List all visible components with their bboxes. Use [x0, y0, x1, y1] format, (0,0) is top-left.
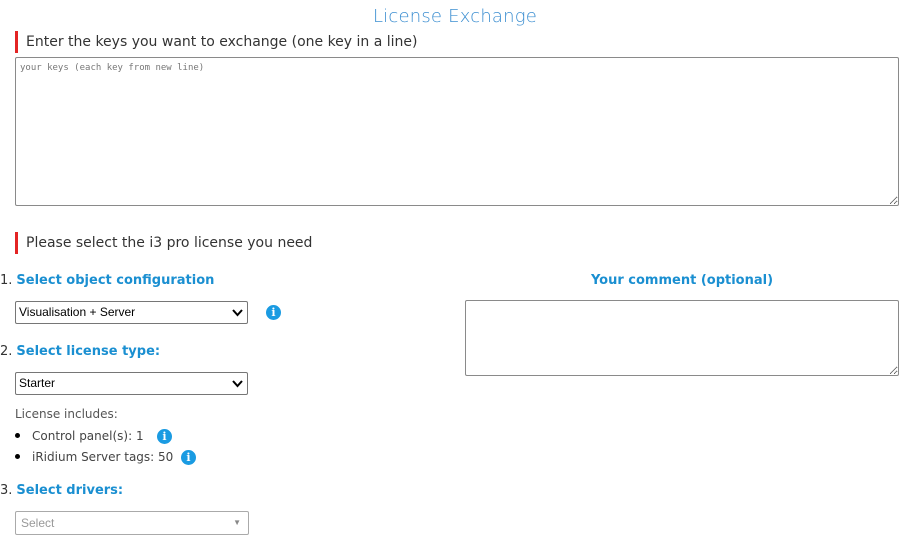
list-item: iRidium Server tags: 50: [15, 450, 173, 464]
info-icon[interactable]: i: [266, 305, 281, 320]
step-label: Select license type:: [16, 344, 161, 359]
info-icon[interactable]: i: [181, 450, 196, 465]
chevron-down-icon: [232, 373, 243, 402]
step-label: Select object configuration: [16, 273, 215, 288]
drivers-select[interactable]: Select ▼: [15, 511, 249, 535]
keys-section-heading: Enter the keys you want to exchange (one…: [15, 31, 418, 53]
comment-input[interactable]: [465, 300, 899, 376]
license-type-select[interactable]: Starter: [15, 372, 248, 395]
caret-down-icon: ▼: [233, 518, 241, 527]
include-text: Control panel(s): 1: [32, 429, 144, 443]
step-license-type: 2. Select license type:: [0, 344, 160, 359]
step-object-configuration: 1. Select object configuration: [0, 273, 214, 288]
step-number: 1.: [0, 273, 13, 288]
step-drivers: 3. Select drivers:: [0, 483, 123, 498]
chevron-down-icon: [232, 302, 243, 331]
bullet: [15, 454, 20, 459]
bullet: [15, 433, 20, 438]
object-configuration-select[interactable]: Visualisation + Server: [15, 301, 248, 324]
info-icon[interactable]: i: [157, 429, 172, 444]
include-text: iRidium Server tags: 50: [32, 450, 174, 464]
drivers-placeholder: Select: [21, 516, 55, 530]
page-title: License Exchange: [372, 6, 538, 27]
keys-input[interactable]: [15, 57, 899, 206]
license-type-value: Starter: [19, 376, 56, 390]
comment-label: Your comment (optional): [590, 273, 774, 288]
object-configuration-value: Visualisation + Server: [19, 305, 136, 319]
list-item: Control panel(s): 1: [15, 429, 144, 443]
license-section-heading: Please select the i3 pro license you nee…: [15, 232, 312, 254]
step-number: 3.: [0, 483, 13, 498]
step-label: Select drivers:: [16, 483, 124, 498]
license-includes-label: License includes:: [15, 407, 118, 421]
step-number: 2.: [0, 344, 13, 359]
